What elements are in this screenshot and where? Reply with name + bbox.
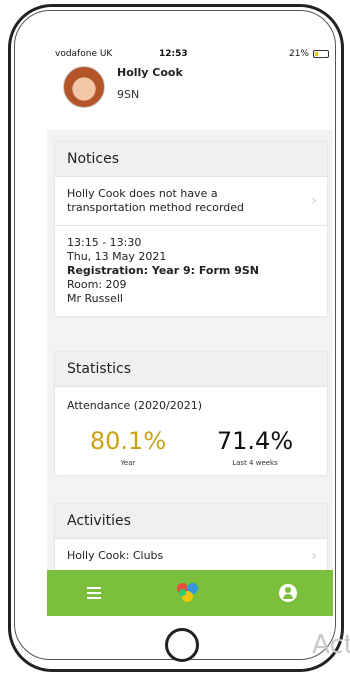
year-attendance-value: 80.1% [89,427,167,455]
notices-card: Notices Holly Cook does not have a trans… [55,142,327,316]
statistics-card: Statistics Attendance (2020/2021) 80.1% … [55,352,327,475]
status-bar: vodafone UK 12:53 21% [47,46,333,62]
home-button[interactable] [165,628,199,662]
clock: 12:53 [159,49,188,59]
attendance-stats[interactable]: Attendance (2020/2021) 80.1% Year 71.4% … [55,387,327,475]
year-attendance-label: Year [120,459,136,467]
registration-date: Thu, 13 May 2021 [67,250,167,263]
avatar [63,66,105,108]
registration-title: Registration: Year 9: Form 9SN [67,264,259,277]
notices-header: Notices [55,142,327,177]
activities-card: Activities Holly Cook: Clubs › [55,504,327,574]
student-form: 9SN [117,88,140,101]
watermark-text: Act [312,630,350,660]
transport-notice[interactable]: Holly Cook does not have a transportatio… [55,177,327,226]
battery-percent: 21% [288,49,309,59]
transport-notice-line-2: transportation method recorded [67,201,244,214]
activities-header: Activities [55,504,327,539]
chevron-right-icon: › [311,548,317,564]
user-icon[interactable] [279,584,297,602]
clubs-item[interactable]: Holly Cook: Clubs › [55,539,327,574]
battery-icon [313,50,329,58]
chevron-right-icon: › [311,193,317,209]
phone-screen: vodafone UK 12:53 21% Holly Cook 9SN Not… [47,46,333,616]
recent-attendance-value: 71.4% [216,427,294,455]
student-name: Holly Cook [117,66,183,79]
carrier-label: vodafone UK [55,49,113,59]
registration-room: Room: 209 [67,278,127,291]
statistics-header: Statistics [55,352,327,387]
registration-time: 13:15 - 13:30 [67,236,142,249]
app-logo-icon[interactable] [175,580,201,606]
recent-stat: 71.4% Last 4 weeks [205,427,305,467]
registration-teacher: Mr Russell [67,292,123,305]
attendance-label: Attendance (2020/2021) [67,399,202,412]
bottom-nav [47,570,333,616]
hamburger-icon[interactable] [81,580,107,606]
transport-notice-line-1: Holly Cook does not have a [67,187,218,200]
registration-notice[interactable]: 13:15 - 13:30 Thu, 13 May 2021 Registrat… [55,226,327,316]
year-stat: 80.1% Year [83,427,173,467]
profile-header[interactable]: Holly Cook 9SN [47,62,333,130]
recent-attendance-label: Last 4 weeks [232,459,278,467]
clubs-label: Holly Cook: Clubs [67,549,164,562]
